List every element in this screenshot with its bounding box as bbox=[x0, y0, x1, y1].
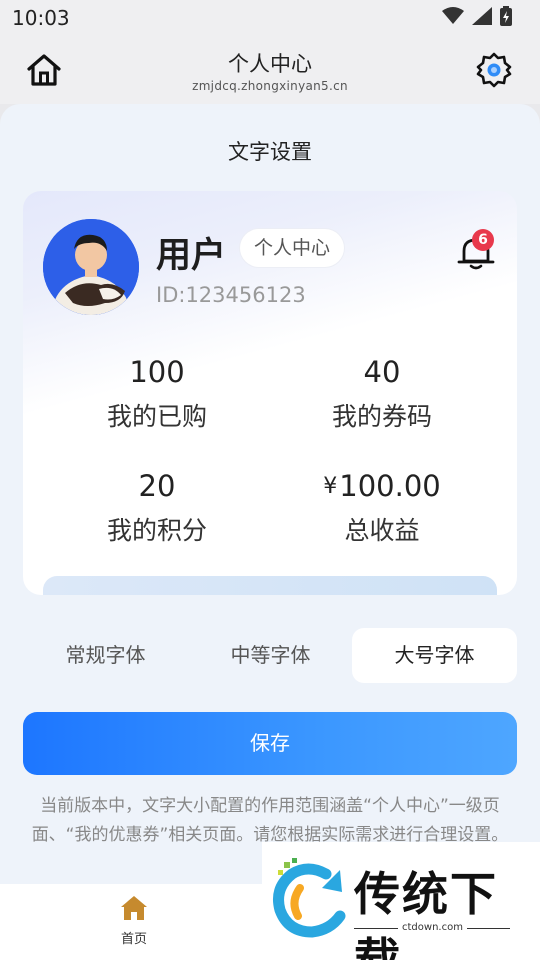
nav-home-label: 首页 bbox=[120, 932, 147, 947]
watermark-url: ctdown.com bbox=[398, 922, 467, 933]
earnings-amount: 100.00 bbox=[339, 469, 441, 503]
status-time: 10:03 bbox=[12, 6, 70, 30]
stat-value: 100 bbox=[129, 355, 185, 389]
home-icon bbox=[121, 896, 147, 920]
stat-label: 总收益 bbox=[344, 516, 420, 545]
page-title: 个人中心 bbox=[228, 52, 312, 76]
notification-badge: 6 bbox=[472, 229, 494, 251]
font-option-regular[interactable]: 常规字体 bbox=[23, 628, 188, 683]
gear-icon bbox=[476, 52, 512, 88]
page-subtitle: zmjdcq.zhongxinyan5.cn bbox=[192, 79, 348, 93]
stat-label: 我的积分 bbox=[106, 516, 207, 545]
stat-coupons[interactable]: 40 我的券码 bbox=[282, 355, 482, 433]
user-id: ID:123456123 bbox=[156, 283, 306, 307]
avatar bbox=[43, 219, 139, 315]
watermark-logo bbox=[273, 858, 346, 938]
stat-value: 40 bbox=[363, 355, 401, 389]
stat-label: 我的已购 bbox=[106, 402, 207, 431]
stat-earnings[interactable]: ¥100.00 总收益 bbox=[282, 469, 482, 547]
watermark: 传统下载 ctdown.com bbox=[262, 842, 540, 960]
battery-icon bbox=[500, 6, 512, 26]
font-option-large[interactable]: 大号字体 bbox=[352, 628, 517, 683]
stat-purchased[interactable]: 100 我的已购 bbox=[57, 355, 257, 433]
settings-button[interactable] bbox=[474, 50, 514, 90]
currency-symbol: ¥ bbox=[323, 474, 338, 499]
font-option-medium[interactable]: 中等字体 bbox=[188, 628, 353, 683]
user-badge: 个人中心 bbox=[240, 229, 344, 267]
stat-value: ¥100.00 bbox=[282, 469, 482, 503]
promo-strip bbox=[43, 576, 497, 595]
signal-icon bbox=[472, 7, 492, 25]
stat-label: 我的券码 bbox=[331, 402, 432, 431]
status-bar: 10:03 bbox=[0, 0, 540, 36]
watermark-text: 传统下载 bbox=[354, 867, 498, 960]
stat-value: 20 bbox=[138, 469, 176, 503]
save-button[interactable]: 保存 bbox=[23, 712, 517, 775]
user-name: 用户 bbox=[156, 236, 227, 276]
nav-home[interactable]: 首页 bbox=[104, 894, 164, 947]
text-settings-sheet: 文字设置 用户 个人中心 ID:123456123 6 100 我的已购 40 … bbox=[0, 104, 540, 884]
title-bar: 个人中心 zmjdcq.zhongxinyan5.cn bbox=[0, 36, 540, 104]
wifi-icon bbox=[442, 7, 464, 24]
preview-card: 用户 个人中心 ID:123456123 6 100 我的已购 40 我的券码 … bbox=[23, 191, 517, 595]
status-icons bbox=[442, 6, 512, 26]
stat-points[interactable]: 20 我的积分 bbox=[57, 469, 257, 547]
avatar-illustration bbox=[43, 219, 139, 315]
sheet-title: 文字设置 bbox=[228, 140, 312, 164]
